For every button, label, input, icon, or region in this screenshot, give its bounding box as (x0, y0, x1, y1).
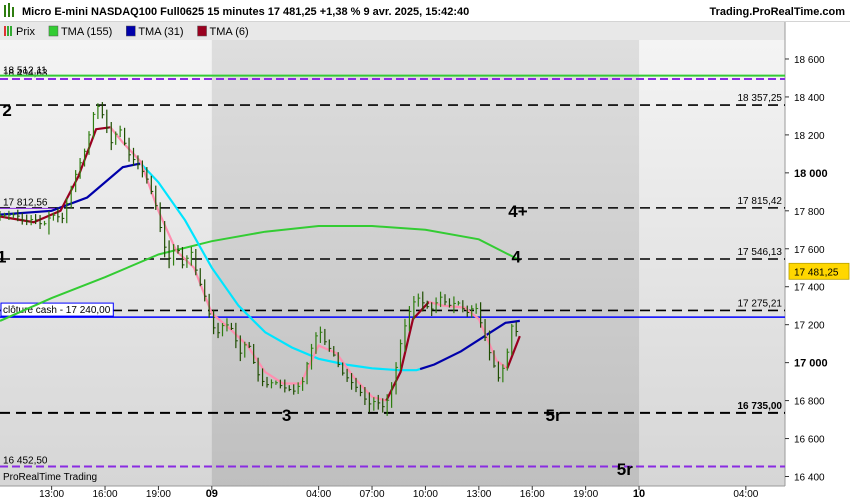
session-band (211, 40, 640, 486)
legend-swatch (126, 25, 136, 37)
legend-swatch (48, 25, 59, 37)
y-tick-label-7: 17 200 (794, 321, 825, 332)
y-tick-label-0: 18 600 (794, 55, 825, 66)
wave-label-2: 3 (282, 406, 291, 425)
wave-label-4: 4+ (508, 202, 527, 221)
swatch-bar (10, 26, 12, 36)
y-tick-label-10: 16 600 (794, 435, 825, 446)
legend-item-0: Prix (16, 26, 35, 38)
x-tick-label-0: 13:00 (39, 489, 64, 500)
session-shading (211, 40, 640, 486)
y-tick-label-1: 18 400 (794, 93, 825, 104)
site-name: Trading.ProRealTime.com (709, 6, 845, 18)
swatch-bar (7, 26, 9, 36)
legend-bar (0, 22, 785, 40)
wave-label-6: 5r (617, 460, 633, 479)
x-tick-label-8: 16:00 (520, 489, 545, 500)
wave-label-5: 5r (546, 406, 562, 425)
x-tick-label-10: 10 (633, 488, 645, 500)
chart-title: Micro E-mini NASDAQ100 Full0625 15 minut… (22, 6, 469, 18)
level-label-2: 17 546,13 (738, 247, 783, 258)
x-tick-label-11: 04:00 (733, 489, 758, 500)
x-tick-label-3: 09 (206, 488, 218, 500)
y-tick-label-6: 17 400 (794, 283, 825, 294)
x-tick-label-5: 07:00 (360, 489, 385, 500)
y-tick-label-2: 18 200 (794, 131, 825, 142)
level-label-3: 17 275,21 (738, 298, 783, 309)
x-tick-label-9: 19:00 (573, 489, 598, 500)
x-tick-label-4: 04:00 (306, 489, 331, 500)
wave-label-3: 4 (511, 247, 521, 266)
y-tick-label-5: 17 600 (794, 245, 825, 256)
wave-label-1: 2 (2, 101, 11, 120)
x-tick-label-2: 19:00 (146, 489, 171, 500)
legend-item-2: TMA (31) (138, 26, 183, 38)
y-tick-label-3: 18 000 (794, 168, 828, 180)
purple-level-label-1: 16 452,50 (3, 456, 48, 467)
level-label-0: 18 357,25 (738, 93, 783, 104)
x-tick-label-6: 10:00 (413, 489, 438, 500)
price-chart[interactable]: Micro E-mini NASDAQ100 Full0625 15 minut… (0, 0, 850, 500)
legend-swatch (197, 25, 207, 37)
wave-label-0: 1 (0, 247, 7, 266)
y-tick-label-4: 17 800 (794, 207, 825, 218)
y-tick-label-8: 17 000 (794, 358, 828, 370)
footer-brand: ProRealTime Trading (3, 472, 97, 483)
last-price-label: 17 481,25 (794, 267, 839, 278)
legend-item-3: TMA (6) (210, 26, 249, 38)
level-label-1: 17 815,42 (738, 196, 783, 207)
legend-item-1: TMA (155) (61, 26, 112, 38)
y-tick-label-9: 16 800 (794, 397, 825, 408)
level-label-4: 16 735,00 (738, 401, 783, 412)
left-level-label: 17 812,56 (3, 197, 48, 208)
swatch-bar (4, 26, 6, 36)
bar-swatch-icon (4, 26, 12, 36)
x-tick-label-7: 13:00 (466, 489, 491, 500)
x-tick-label-1: 16:00 (93, 489, 118, 500)
green-level-label: 18 512,11 (3, 66, 47, 77)
cash-close-label: clôture cash - 17 240,00 (3, 305, 111, 316)
y-tick-label-11: 16 400 (794, 473, 825, 484)
